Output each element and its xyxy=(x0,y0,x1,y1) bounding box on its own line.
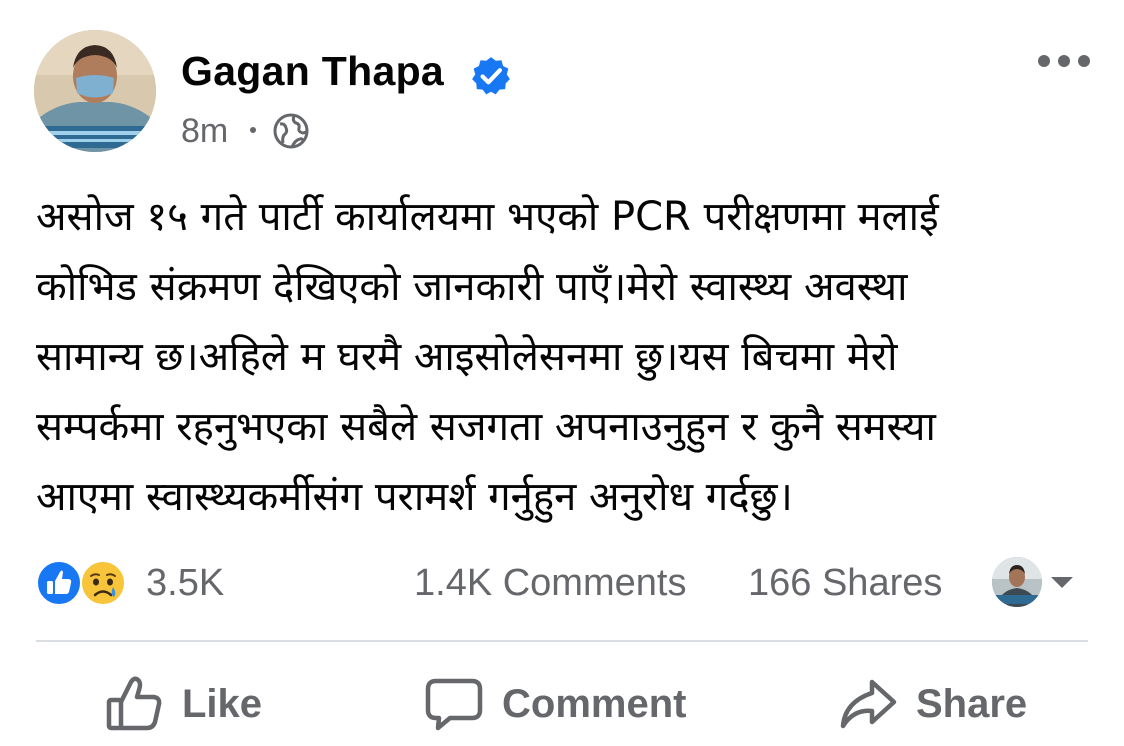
share-arrow-icon xyxy=(840,679,897,729)
divider xyxy=(36,640,1088,642)
share-button[interactable]: Share xyxy=(834,668,1054,738)
reactions-count[interactable]: 3.5K xyxy=(146,562,224,605)
author-name[interactable]: Gagan Thapa xyxy=(181,48,444,95)
post-text-line: सामान्य छ।अहिले म घरमै आइसोलेसनमा छु।यस … xyxy=(36,334,898,380)
verified-badge-icon xyxy=(472,57,510,95)
viewer-avatar[interactable] xyxy=(992,557,1042,607)
thumbs-up-icon xyxy=(106,676,162,731)
like-button[interactable]: Like xyxy=(100,668,280,738)
facebook-post: Gagan Thapa 8m असोज १५ गते पार्टी कार्या… xyxy=(0,0,1124,746)
author-avatar[interactable] xyxy=(34,30,156,152)
like-label: Like xyxy=(182,682,263,726)
post-text-line: कोभिड संक्रमण देखिएको जानकारी पाएँ।मेरो … xyxy=(36,264,908,310)
post-body-text: असोज १५ गते पार्टी कार्यालयमा भएको PCR प… xyxy=(36,182,1096,532)
like-reaction-icon[interactable] xyxy=(36,560,82,606)
post-text-line: आएमा स्वास्थ्यकर्मीसंग परामर्श गर्नुहुन … xyxy=(36,474,793,520)
post-timestamp[interactable]: 8m xyxy=(181,112,228,151)
comments-count[interactable]: 1.4K Comments xyxy=(414,562,686,605)
separator-dot xyxy=(250,127,256,133)
chevron-down-icon[interactable] xyxy=(1047,573,1077,591)
globe-icon[interactable] xyxy=(272,112,310,150)
more-options-icon[interactable] xyxy=(1036,52,1092,70)
sad-reaction-icon[interactable] xyxy=(80,560,126,606)
comment-button[interactable]: Comment xyxy=(420,668,720,738)
share-label: Share xyxy=(916,682,1028,726)
post-text-line: सम्पर्कमा रहनुभएका सबैले सजगता अपनाउनुहु… xyxy=(36,404,936,450)
shares-count[interactable]: 166 Shares xyxy=(748,562,942,605)
comment-bubble-icon xyxy=(425,678,483,731)
comment-label: Comment xyxy=(502,682,687,726)
post-text-line: असोज १५ गते पार्टी कार्यालयमा भएको PCR प… xyxy=(36,194,939,240)
